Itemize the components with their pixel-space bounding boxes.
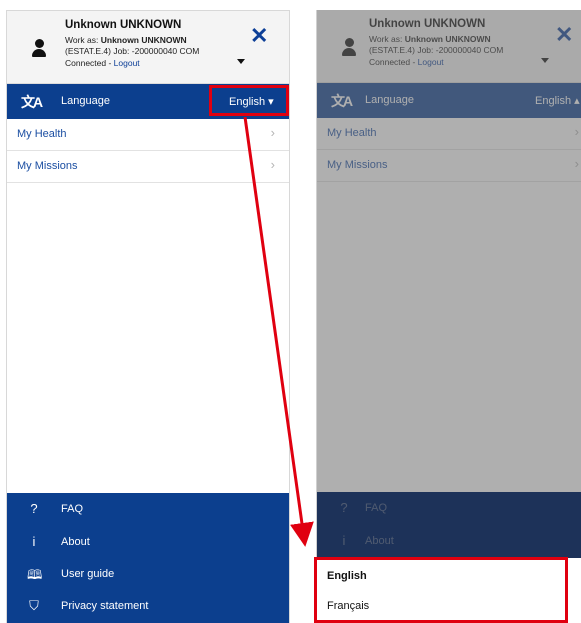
annotation-arrow — [243, 116, 314, 547]
screenshot-stage: Unknown UNKNOWN Work as: Unknown UNKNOWN… — [0, 0, 581, 623]
